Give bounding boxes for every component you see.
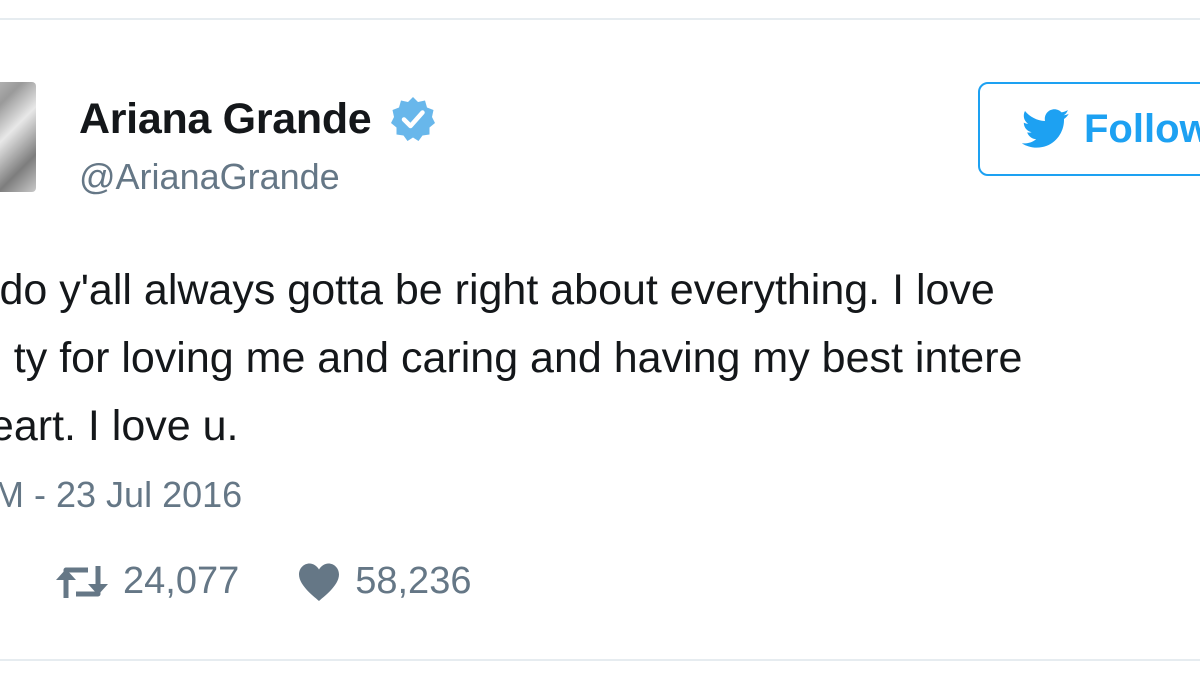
author-handle[interactable]: @ArianaGrande	[79, 156, 340, 198]
author-name-row: Ariana Grande	[79, 92, 437, 146]
follow-button-label: Follow	[1084, 106, 1200, 151]
tweet-text-line: y do y'all always gotta be right about e…	[0, 266, 995, 314]
heart-icon	[297, 562, 341, 602]
avatar[interactable]	[0, 82, 36, 192]
tweet-card: Ariana Grande @ArianaGrande Follow y do …	[0, 0, 1200, 675]
bottom-divider	[0, 659, 1200, 661]
twitter-bird-icon	[1021, 109, 1070, 149]
retweet-count: 24,077	[123, 560, 240, 602]
follow-button[interactable]: Follow	[978, 82, 1200, 176]
tweet-text-line: u. ty for loving me and caring and havin…	[0, 334, 1023, 382]
retweet-icon	[55, 562, 109, 602]
like-button[interactable]: 58,236	[297, 560, 471, 603]
tweet-text-line: heart. I love u.	[0, 402, 239, 450]
author-display-name[interactable]: Ariana Grande	[79, 95, 372, 144]
tweet-timestamp[interactable]: 1 PM - 23 Jul 2016	[0, 474, 242, 516]
tweet-actions: 24,077 58,236	[55, 560, 529, 603]
top-divider	[0, 18, 1200, 20]
verified-badge-icon	[389, 95, 437, 143]
tweet-text: y do y'all always gotta be right about e…	[0, 256, 1200, 460]
like-count: 58,236	[355, 560, 472, 602]
retweet-button[interactable]: 24,077	[55, 560, 239, 603]
